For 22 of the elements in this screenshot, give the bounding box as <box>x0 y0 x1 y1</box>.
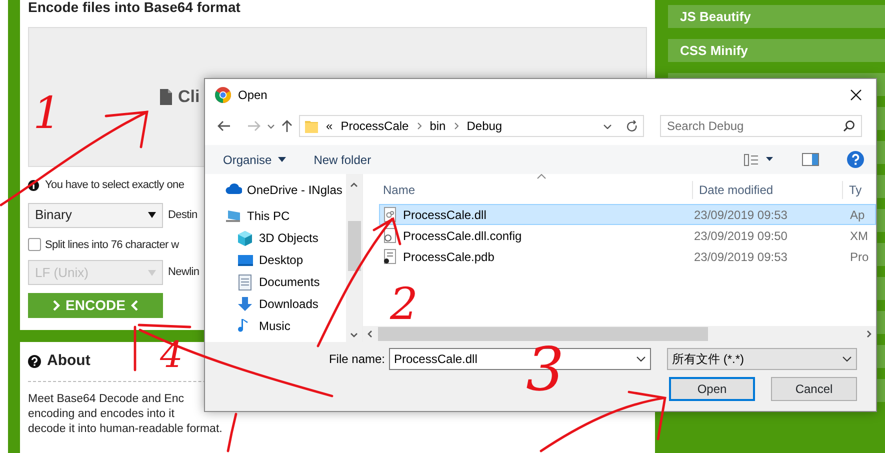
file-type: Pro <box>849 248 869 266</box>
file-type: Ap <box>849 206 865 224</box>
split-lines-label: Split lines into 76 character w <box>45 238 179 252</box>
section-title: Encode files into Base64 format <box>28 0 242 14</box>
file-date: 23/09/2019 09:50 <box>693 228 788 244</box>
about-paragraph: Meet Base64 Decode and Enc encoding and encodes into it decode it into human-readable format. <box>28 392 222 436</box>
destination-label: Destin <box>168 208 198 223</box>
file-name: ProcessCale.dll.config <box>403 228 522 244</box>
dialog-title: Open <box>238 87 268 104</box>
file-name: ProcessCale.dll <box>403 206 486 224</box>
path-overflow: « <box>326 118 333 135</box>
handwritten-number: 1 <box>33 92 61 136</box>
file-date: 23/09/2019 09:53 <box>693 248 788 266</box>
newline-label: Newlin <box>168 265 200 280</box>
info-text: You have to select exactly one <box>45 178 184 193</box>
about-title: About <box>47 351 90 371</box>
file-name: ProcessCale.pdb <box>403 248 494 266</box>
file-date: 23/09/2019 09:53 <box>693 206 788 224</box>
file-type: XM <box>849 228 868 244</box>
file-name-label: File name: <box>328 351 385 368</box>
handwritten-number: 2 <box>390 283 418 327</box>
dropzone-label: Cli <box>178 86 200 108</box>
